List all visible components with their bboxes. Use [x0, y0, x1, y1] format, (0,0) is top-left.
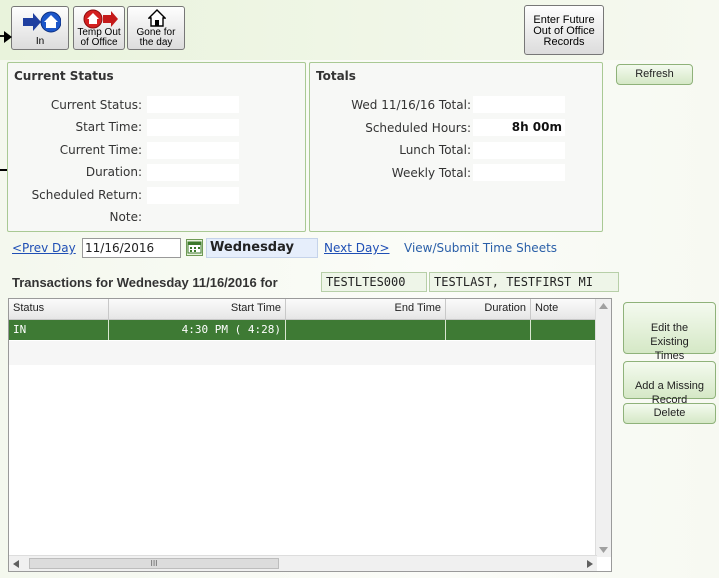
row-status: IN — [9, 320, 109, 340]
edit-times-label: Edit the Existing Times — [650, 322, 689, 362]
row-start-time: 4:30 PM ( 4:28) — [109, 320, 286, 340]
weekly-total-value — [473, 164, 565, 181]
view-submit-link[interactable]: View/Submit Time Sheets — [404, 241, 557, 255]
employee-name-box: TESTLAST, TESTFIRST MI — [429, 272, 619, 292]
weekday-box: Wednesday — [206, 238, 318, 258]
scroll-up-icon[interactable] — [599, 303, 608, 309]
scroll-down-icon[interactable] — [599, 547, 608, 553]
edit-times-button[interactable]: Edit the Existing Times — [623, 302, 716, 362]
totals-title: Totals — [316, 69, 356, 83]
refresh-button[interactable]: Refresh — [616, 64, 693, 85]
employee-id: TESTLTES000 — [326, 275, 406, 289]
delete-label: Delete — [653, 407, 686, 419]
date-input[interactable]: 11/16/2016 — [82, 238, 181, 258]
weekday-text: Wednesday — [210, 240, 294, 255]
col-note[interactable]: Note — [531, 299, 599, 319]
totals-panel: Totals Wed 11/16/16 Total: Scheduled Hou… — [309, 62, 603, 232]
lunch-total-value — [473, 142, 565, 159]
col-end-time[interactable]: End Time — [286, 299, 446, 319]
calendar-icon[interactable] — [186, 239, 203, 256]
scheduled-hours-text: 8h 00m — [511, 120, 562, 134]
weekly-total-label: Weekly Total: — [391, 166, 471, 180]
current-status-panel: Current Status Current Status: Start Tim… — [7, 62, 306, 232]
current-time-label: Current Time: — [59, 143, 142, 157]
next-day-link[interactable]: Next Day> — [324, 241, 390, 255]
start-time-label: Start Time: — [75, 120, 142, 134]
row-duration — [446, 320, 531, 340]
current-status-title: Current Status — [14, 69, 114, 83]
add-missing-record-button[interactable]: Add a Missing Record — [623, 361, 716, 406]
duration-value — [147, 164, 239, 181]
row-note — [531, 320, 599, 340]
scheduled-hours-label: Scheduled Hours: — [365, 121, 471, 135]
scroll-left-icon[interactable] — [13, 560, 19, 568]
note-label: Note: — [109, 210, 142, 224]
scheduled-hours-value: 8h 00m — [473, 119, 565, 136]
duration-label: Duration: — [85, 165, 142, 179]
current-status-label: Current Status: — [50, 98, 142, 112]
row-end-time — [286, 320, 446, 340]
current-status-value — [147, 96, 239, 113]
delete-button[interactable]: Delete — [623, 403, 716, 424]
col-start-time[interactable]: Start Time — [109, 299, 286, 319]
row-spacer — [9, 341, 599, 365]
date-value: 11/16/2016 — [85, 241, 155, 255]
lunch-total-label: Lunch Total: — [399, 143, 471, 157]
current-time-value — [147, 142, 239, 159]
scroll-right-icon[interactable] — [587, 560, 593, 568]
col-duration[interactable]: Duration — [446, 299, 531, 319]
scheduled-return-value — [147, 187, 239, 204]
scroll-thumb[interactable]: III — [29, 558, 279, 569]
grid-header: Status Start Time End Time Duration Note — [9, 299, 599, 320]
transactions-grid: Status Start Time End Time Duration Note… — [8, 298, 612, 572]
horizontal-scrollbar[interactable]: III — [9, 555, 597, 571]
prev-day-link[interactable]: <Prev Day — [12, 241, 76, 255]
employee-name: TESTLAST, TESTFIRST MI — [434, 275, 593, 289]
employee-id-box: TESTLTES000 — [321, 272, 427, 292]
day-total-value — [473, 96, 565, 113]
refresh-label: Refresh — [635, 68, 674, 80]
transactions-title: Transactions for Wednesday 11/16/2016 fo… — [12, 275, 278, 290]
scheduled-return-label: Scheduled Return: — [31, 188, 142, 202]
time-tracker-window: In Temp Out of Office Gone for the day E… — [0, 0, 719, 578]
vertical-scrollbar[interactable] — [595, 299, 611, 557]
col-status[interactable]: Status — [9, 299, 109, 319]
table-row[interactable]: IN 4:30 PM ( 4:28) — [9, 320, 599, 340]
day-total-label: Wed 11/16/16 Total: — [351, 98, 471, 112]
start-time-value — [147, 119, 239, 136]
scroll-thumb-grip: III — [150, 559, 158, 568]
